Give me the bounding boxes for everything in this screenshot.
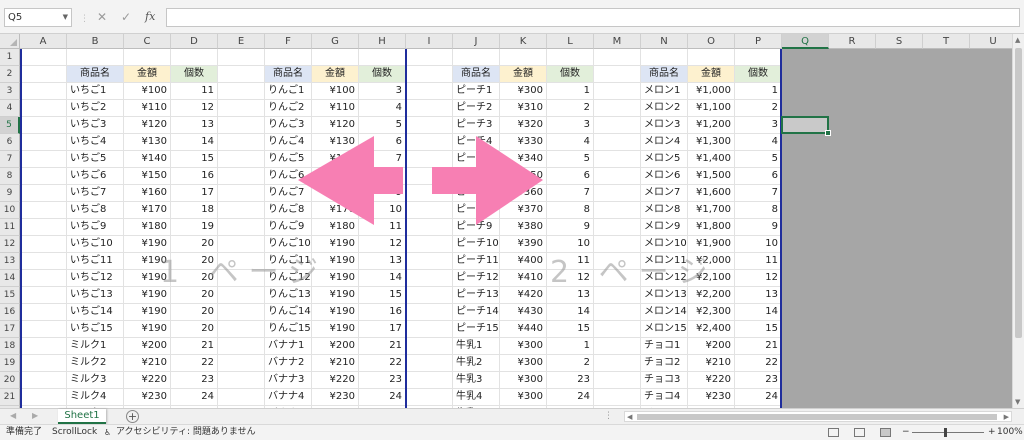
column-header-b[interactable]: B <box>67 34 124 49</box>
zoom-level[interactable]: 100% <box>997 425 1023 440</box>
scroll-up-icon[interactable]: ▲ <box>1015 36 1020 44</box>
column-header-h[interactable]: H <box>359 34 406 49</box>
scroll-left-icon[interactable]: ◀ <box>627 413 632 421</box>
row-header-19[interactable]: 19 <box>0 355 20 372</box>
status-bar: 準備完了 ScrollLock ♿ アクセシビリティ: 問題ありません − + … <box>0 424 1024 440</box>
zoom-slider[interactable] <box>912 432 984 433</box>
formula-bar: Q5 ▼ ⋮ ✕ ✓ fx <box>0 0 1024 34</box>
column-header-t[interactable]: T <box>923 34 970 49</box>
column-header-f[interactable]: F <box>265 34 312 49</box>
prev-sheet-icon[interactable]: ◀ <box>10 411 16 420</box>
row-header-16[interactable]: 16 <box>0 304 20 321</box>
arrow-right-icon <box>432 136 543 225</box>
column-header-u[interactable]: U <box>970 34 1012 49</box>
select-all-button[interactable] <box>0 34 20 49</box>
row-header-13[interactable]: 13 <box>0 253 20 270</box>
more-options-icon: ⋮ <box>80 14 89 24</box>
row-header-2[interactable]: 2 <box>0 66 20 83</box>
row-header-9[interactable]: 9 <box>0 185 20 202</box>
column-header-k[interactable]: K <box>500 34 547 49</box>
zoom-out-icon[interactable]: − <box>902 425 910 440</box>
tab-split-handle-icon[interactable]: ⋮ <box>604 411 613 421</box>
row-header-4[interactable]: 4 <box>0 100 20 117</box>
accessibility-icon[interactable]: ♿ <box>104 425 111 440</box>
scroll-right-icon[interactable]: ▶ <box>1004 413 1009 421</box>
row-header-12[interactable]: 12 <box>0 236 20 253</box>
column-header-e[interactable]: E <box>218 34 265 49</box>
column-header-s[interactable]: S <box>876 34 923 49</box>
cancel-icon[interactable]: ✕ <box>97 9 107 25</box>
vertical-scroll-thumb[interactable] <box>1015 48 1022 338</box>
page-layout-view-icon[interactable] <box>854 428 865 437</box>
sheet-tab-bar: ◀ ▶ Sheet1 + ⋮ ◀ ▶ <box>0 408 1024 424</box>
insert-function-icon[interactable]: fx <box>145 9 155 25</box>
row-header-8[interactable]: 8 <box>0 168 20 185</box>
arrow-left-icon <box>298 136 403 225</box>
row-header-15[interactable]: 15 <box>0 287 20 304</box>
column-header-r[interactable]: R <box>829 34 876 49</box>
scroll-down-icon[interactable]: ▼ <box>1015 398 1020 406</box>
row-header-1[interactable]: 1 <box>0 49 20 66</box>
arrow-overlay <box>298 136 543 225</box>
column-header-m[interactable]: M <box>594 34 641 49</box>
column-header-p[interactable]: P <box>735 34 782 49</box>
row-header-7[interactable]: 7 <box>0 151 20 168</box>
column-header-i[interactable]: I <box>406 34 453 49</box>
normal-view-icon[interactable] <box>828 428 839 437</box>
row-header-6[interactable]: 6 <box>0 134 20 151</box>
zoom-in-icon[interactable]: + <box>988 425 996 440</box>
status-scroll-lock: ScrollLock <box>52 427 98 437</box>
column-header-n[interactable]: N <box>641 34 688 49</box>
name-box[interactable]: Q5 ▼ <box>4 8 72 27</box>
cell-area[interactable]: 商品名 金額 個数 いちご1 ¥100 11 いちご2 ¥110 12 いちご3 ¥120 13 いちご… <box>20 49 1012 408</box>
add-sheet-icon[interactable]: + <box>126 410 139 423</box>
column-header-a[interactable]: A <box>20 34 67 49</box>
row-header-21[interactable]: 21 <box>0 389 20 406</box>
row-header-17[interactable]: 17 <box>0 321 20 338</box>
chevron-down-icon[interactable]: ▼ <box>63 9 68 26</box>
column-header-l[interactable]: L <box>547 34 594 49</box>
sheet-tab-sheet1[interactable]: Sheet1 <box>58 409 106 424</box>
row-header-10[interactable]: 10 <box>0 202 20 219</box>
name-box-value: Q5 <box>8 12 23 23</box>
select-all-icon <box>10 39 17 46</box>
row-header-18[interactable]: 18 <box>0 338 20 355</box>
next-sheet-icon[interactable]: ▶ <box>32 411 38 420</box>
status-accessibility[interactable]: アクセシビリティ: 問題ありません <box>116 425 256 440</box>
row-header-11[interactable]: 11 <box>0 219 20 236</box>
row-header-20[interactable]: 20 <box>0 372 20 389</box>
zoom-slider-knob[interactable] <box>944 428 947 437</box>
enter-icon[interactable]: ✓ <box>121 9 131 25</box>
formula-input[interactable] <box>166 8 1020 27</box>
vertical-scrollbar[interactable]: ▲ ▼ <box>1012 34 1024 408</box>
page-break-view-icon[interactable] <box>880 428 891 437</box>
column-header-o[interactable]: O <box>688 34 735 49</box>
column-header-g[interactable]: G <box>312 34 359 49</box>
horizontal-scroll-thumb[interactable] <box>637 414 997 420</box>
column-header-j[interactable]: J <box>453 34 500 49</box>
status-ready: 準備完了 <box>6 427 43 437</box>
row-header-14[interactable]: 14 <box>0 270 20 287</box>
column-header-c[interactable]: C <box>124 34 171 49</box>
row-header-5[interactable]: 5 <box>0 117 20 134</box>
column-header-q[interactable]: Q <box>782 34 829 49</box>
horizontal-scrollbar[interactable]: ◀ ▶ <box>624 411 1012 422</box>
worksheet-grid[interactable]: ABCDEFGHIJKLMNOPQRSTU 1 2 3 4 5 6 7 8 9 10 11 12 13 1… <box>0 34 1012 408</box>
column-header-d[interactable]: D <box>171 34 218 49</box>
row-header-3[interactable]: 3 <box>0 83 20 100</box>
